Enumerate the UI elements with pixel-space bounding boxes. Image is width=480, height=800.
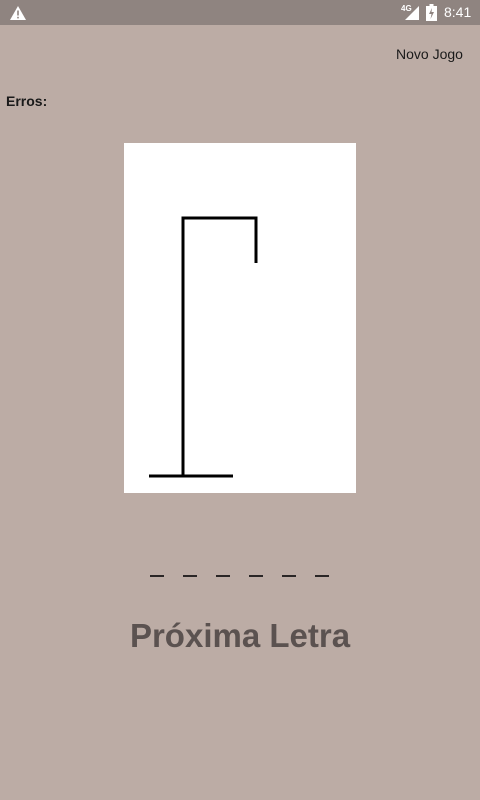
battery-charging-icon xyxy=(426,4,437,21)
errors-label-text: Erros: xyxy=(6,93,48,109)
warning-icon xyxy=(10,6,26,20)
status-clock: 8:41 xyxy=(444,4,472,20)
hangman-board xyxy=(124,143,356,493)
word-slots xyxy=(140,555,340,585)
word-slot xyxy=(183,555,197,577)
status-bar: 4G 8:41 xyxy=(0,0,480,25)
gallows-drawing xyxy=(149,216,258,478)
word-slot xyxy=(150,555,164,577)
signal-icon xyxy=(405,6,419,20)
word-slot xyxy=(249,555,263,577)
errors-label: Erros: xyxy=(6,93,47,109)
word-slot xyxy=(282,555,296,577)
new-game-button[interactable]: Novo Jogo xyxy=(396,46,463,62)
word-slot xyxy=(216,555,230,577)
next-letter-button[interactable]: Próxima Letra xyxy=(0,617,480,655)
word-slot xyxy=(315,555,329,577)
